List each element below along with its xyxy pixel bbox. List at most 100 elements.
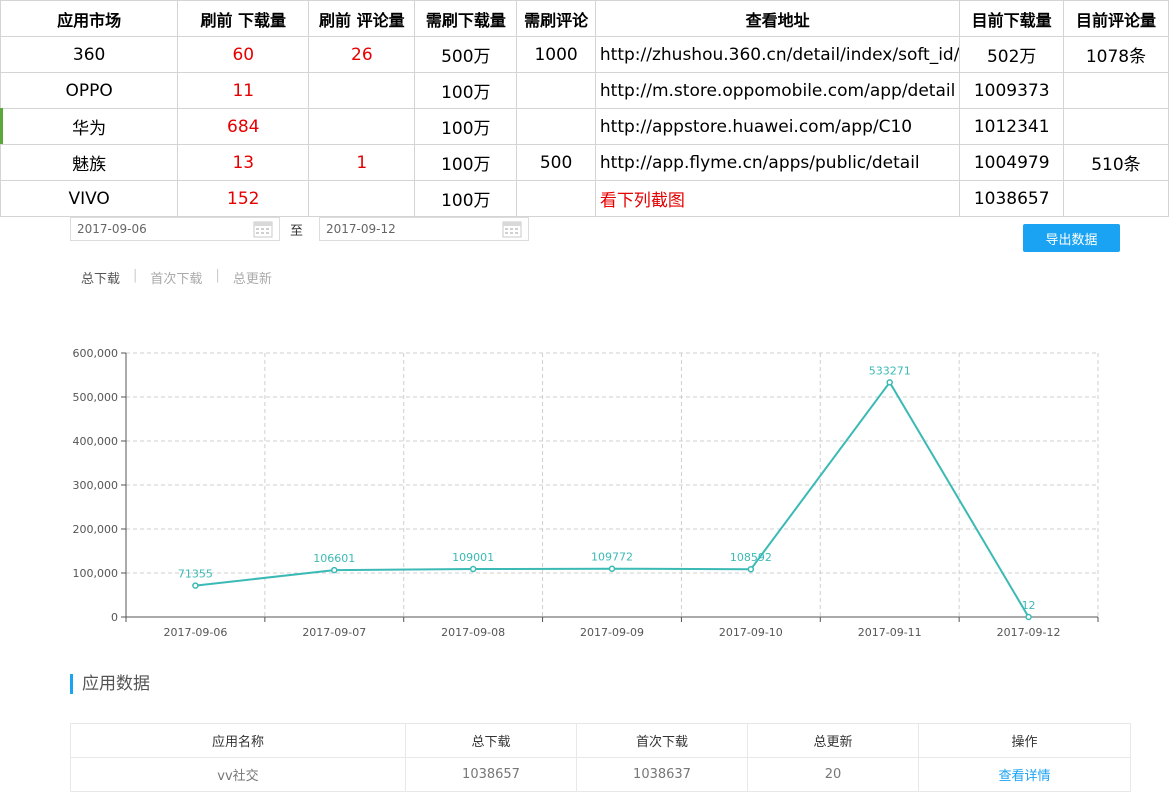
cell-current-downloads[interactable]: 1038657 (959, 180, 1064, 217)
sheet-row: 360 60 26 500万 1000 http://zhushou.360.c… (0, 36, 1169, 73)
cell-current-comments[interactable] (1062, 108, 1169, 145)
cell-first-downloads: 1038637 (576, 757, 748, 792)
cell-pre-downloads[interactable]: 60 (177, 36, 310, 73)
sheet-row: 华为 684 100万 http://appstore.huawei.com/a… (0, 108, 1169, 145)
cell-pre-downloads[interactable]: 152 (177, 180, 310, 217)
tab-divider: | (215, 268, 220, 283)
cell-current-downloads[interactable]: 1012341 (959, 108, 1064, 145)
header-need-downloads[interactable]: 需刷下载量 (414, 0, 518, 37)
header-current-downloads[interactable]: 目前下载量 (959, 0, 1064, 37)
cell-current-downloads[interactable]: 1004979 (959, 144, 1064, 181)
x-tick-label: 2017-09-08 (441, 626, 505, 639)
cell-current-comments[interactable]: 1078条 (1062, 36, 1169, 73)
cell-url[interactable]: http://app.flyme.cn/apps/public/detail (594, 144, 961, 181)
cell-need-comments[interactable] (516, 180, 596, 217)
header-pre-downloads[interactable]: 刷前 下载量 (177, 0, 310, 37)
sheet-row: 魅族 13 1 100万 500 http://app.flyme.cn/app… (0, 144, 1169, 181)
cell-need-comments[interactable] (516, 72, 596, 109)
cell-url[interactable]: http://zhushou.360.cn/detail/index/soft_… (594, 36, 961, 73)
cell-current-comments[interactable] (1062, 180, 1169, 217)
data-label: 109001 (452, 551, 494, 564)
data-label: 71355 (178, 568, 213, 581)
cell-market[interactable]: 华为 (0, 108, 179, 145)
cell-total-downloads: 1038657 (405, 757, 577, 792)
header-url[interactable]: 查看地址 (594, 0, 961, 37)
cell-pre-downloads[interactable]: 13 (177, 144, 310, 181)
tab-first-downloads[interactable]: 首次下载 (150, 268, 202, 287)
x-tick-label: 2017-09-10 (719, 626, 783, 639)
cell-need-downloads[interactable]: 100万 (414, 108, 518, 145)
data-point (886, 379, 893, 386)
cell-pre-comments[interactable] (308, 180, 416, 217)
data-point (192, 582, 199, 589)
cell-current-downloads[interactable]: 502万 (959, 36, 1064, 73)
data-label: 12 (1022, 599, 1036, 612)
end-date-value: 2017-09-12 (326, 222, 396, 236)
header-app-name: 应用名称 (70, 723, 406, 758)
cell-need-comments[interactable] (516, 108, 596, 145)
app-table-header-row: 应用名称 总下载 首次下载 总更新 操作 (70, 723, 1131, 758)
x-tick-label: 2017-09-12 (997, 626, 1061, 639)
cell-market[interactable]: 魅族 (0, 144, 179, 181)
header-pre-comments[interactable]: 刷前 评论量 (308, 0, 416, 37)
metric-tabs: 总下载 | 首次下载 | 总更新 (81, 268, 272, 287)
data-point (469, 565, 477, 573)
header-total-updates: 总更新 (747, 723, 919, 758)
cell-need-downloads[interactable]: 100万 (414, 180, 518, 217)
header-actions: 操作 (918, 723, 1131, 758)
tab-total-updates[interactable]: 总更新 (233, 268, 272, 287)
header-current-comments[interactable]: 目前评论量 (1062, 0, 1169, 37)
table-row: vv社交 1038657 1038637 20 查看详情 (70, 757, 1131, 792)
cell-url[interactable]: 看下列截图 (594, 180, 961, 217)
sheet-row: VIVO 152 100万 看下列截图 1038657 (0, 180, 1169, 217)
data-point (747, 565, 755, 573)
cell-need-downloads[interactable]: 100万 (414, 144, 518, 181)
start-date-input[interactable]: 2017-09-06 (70, 217, 280, 241)
market-sheet: 应用市场 刷前 下载量 刷前 评论量 需刷下载量 需刷评论 查看地址 目前下载量… (0, 0, 1169, 217)
cell-pre-comments[interactable]: 1 (308, 144, 416, 181)
cell-pre-downloads[interactable]: 684 (177, 108, 310, 145)
cell-need-comments[interactable]: 500 (516, 144, 596, 181)
y-tick-label: 300,000 (73, 479, 119, 492)
y-tick-label: 0 (111, 611, 118, 624)
cell-current-comments[interactable] (1062, 72, 1169, 109)
cell-url[interactable]: http://m.store.oppomobile.com/app/detail (594, 72, 961, 109)
series-line (195, 380, 1030, 618)
selected-row-marker (0, 108, 3, 144)
cell-total-updates: 20 (747, 757, 919, 792)
y-tick-label: 500,000 (73, 391, 119, 404)
data-point (608, 565, 616, 572)
cell-pre-downloads[interactable]: 11 (177, 72, 310, 109)
x-tick-label: 2017-09-09 (580, 626, 644, 639)
cell-need-downloads[interactable]: 500万 (414, 36, 518, 73)
header-first-downloads: 首次下载 (576, 723, 748, 758)
cell-app-name: vv社交 (70, 757, 406, 792)
date-range-separator: 至 (290, 224, 304, 239)
tab-total-downloads[interactable]: 总下载 (81, 268, 120, 287)
header-total-downloads: 总下载 (405, 723, 577, 758)
calendar-icon[interactable] (502, 220, 522, 238)
cell-need-downloads[interactable]: 100万 (414, 72, 518, 109)
data-point (1025, 613, 1032, 621)
y-tick-label: 400,000 (73, 435, 119, 448)
cell-market[interactable]: 360 (0, 36, 179, 73)
cell-current-downloads[interactable]: 1009373 (959, 72, 1064, 109)
cell-url[interactable]: http://appstore.huawei.com/app/C10 (594, 108, 961, 145)
cell-pre-comments[interactable] (308, 108, 416, 145)
export-data-button[interactable]: 导出数据 (1023, 224, 1120, 252)
y-tick-label: 600,000 (73, 347, 119, 360)
cell-pre-comments[interactable] (308, 72, 416, 109)
data-label: 109772 (591, 551, 633, 564)
data-label: 533271 (869, 364, 911, 377)
tab-divider: | (133, 268, 138, 283)
cell-current-comments[interactable]: 510条 (1062, 144, 1169, 181)
calendar-icon[interactable] (253, 220, 273, 238)
cell-pre-comments[interactable]: 26 (308, 36, 416, 73)
cell-market[interactable]: OPPO (0, 72, 179, 109)
header-need-comments[interactable]: 需刷评论 (516, 0, 596, 37)
end-date-input[interactable]: 2017-09-12 (319, 217, 529, 241)
view-details-link[interactable]: 查看详情 (918, 757, 1131, 792)
cell-market[interactable]: VIVO (0, 180, 179, 217)
header-market[interactable]: 应用市场 (0, 0, 179, 37)
cell-need-comments[interactable]: 1000 (516, 36, 596, 73)
